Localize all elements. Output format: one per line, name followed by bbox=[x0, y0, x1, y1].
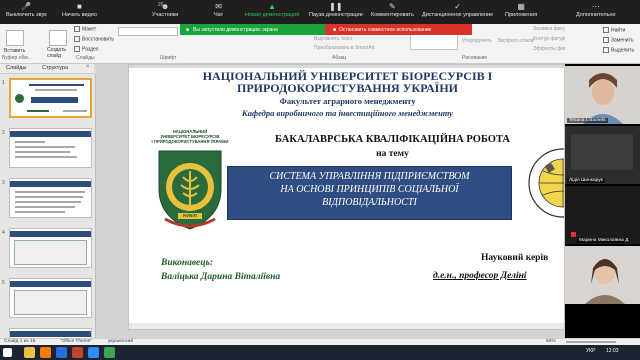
current-slide[interactable]: НАЦІОНАЛЬНИЙ УНІВЕРСИТЕТ БІОРЕСУРСІВ І П… bbox=[128, 64, 565, 330]
start-video-button[interactable]: ■ Начать видео bbox=[62, 2, 97, 22]
quick-styles-button[interactable]: Экспресс-стили bbox=[497, 38, 534, 44]
layout-button[interactable]: Макет bbox=[74, 26, 96, 32]
powerpoint-icon[interactable] bbox=[72, 347, 83, 358]
slide-thumbnail-2[interactable] bbox=[9, 128, 92, 168]
slide-pane-tabs: Слайды Структура × bbox=[0, 64, 94, 74]
start-icon[interactable] bbox=[3, 348, 12, 357]
department-emblem bbox=[527, 137, 564, 229]
section-icon bbox=[74, 46, 80, 52]
remote-control-icon: ✓ bbox=[454, 2, 461, 11]
find-button[interactable]: Найти bbox=[603, 27, 625, 33]
supervisor-label: Науковий керів bbox=[481, 253, 549, 263]
zoom-level[interactable]: 60% bbox=[546, 339, 556, 344]
layout-icon bbox=[74, 26, 80, 32]
select-button[interactable]: Выделить bbox=[603, 47, 634, 53]
chrome-icon[interactable] bbox=[104, 347, 115, 358]
executor-label: Виконавець: bbox=[161, 258, 213, 268]
select-icon bbox=[603, 47, 609, 53]
smartart-button[interactable]: Преобразовать в SmartArt bbox=[314, 45, 375, 51]
participant-tile[interactable]: Марина Миколаївна Д bbox=[565, 186, 640, 244]
annotate-icon: ✎ bbox=[389, 2, 396, 11]
participant-video-icon bbox=[565, 246, 640, 304]
faculty-name: Факультет аграрного менеджменту bbox=[279, 96, 416, 106]
microphone-icon: 🎤 bbox=[21, 2, 32, 11]
font-format-buttons[interactable] bbox=[118, 39, 178, 48]
stop-share-button[interactable]: ■ Остановить совместное использование bbox=[325, 24, 472, 35]
on-topic-label: на тему bbox=[376, 149, 409, 159]
reset-icon bbox=[74, 36, 80, 42]
status-bar: Слайд 1 из 16 "Office Theme" украинский … bbox=[0, 338, 640, 345]
mute-button[interactable]: 🎤 Выключить звук bbox=[6, 2, 47, 22]
slide-counter: Слайд 1 из 16 bbox=[4, 339, 36, 344]
participants-button[interactable]: ☻ Участники bbox=[152, 2, 178, 22]
participant-count: 26 bbox=[158, 2, 164, 8]
screen: 🎤 Выключить звук ■ Начать видео ☻ Участн… bbox=[0, 0, 640, 360]
more-button[interactable]: ⋯ Дополнительно bbox=[576, 2, 616, 22]
participant-video-icon bbox=[565, 186, 640, 244]
taskbar: УКР 12:03 bbox=[0, 345, 640, 360]
share-screen-icon: ▲ bbox=[268, 2, 277, 11]
close-icon[interactable]: × bbox=[86, 64, 90, 70]
stop-icon: ■ bbox=[333, 26, 337, 33]
theme-name: "Office Theme" bbox=[60, 339, 93, 344]
binoculars-icon bbox=[603, 27, 609, 33]
apps-button[interactable]: ▦ Приложения bbox=[505, 2, 537, 22]
zoom-icon[interactable] bbox=[88, 347, 99, 358]
share-banner: ■ Вы запустили демонстрацию экрана ■ Ост… bbox=[180, 24, 472, 35]
keyboard-language[interactable]: УКР bbox=[586, 348, 595, 354]
language-indicator[interactable]: украинский bbox=[108, 339, 133, 344]
chat-icon: ✉ bbox=[215, 2, 222, 11]
slide-thumbnail-4[interactable] bbox=[9, 228, 92, 268]
tab-outline[interactable]: Структура bbox=[42, 65, 68, 71]
slide-thumbnail-1[interactable] bbox=[9, 78, 92, 118]
university-title-line2: ПРИРОДОКОРИСТУВАННЯ УКРАЇНИ bbox=[236, 81, 458, 95]
participant-tile[interactable] bbox=[565, 246, 640, 304]
font-family-select[interactable] bbox=[118, 27, 178, 36]
shield-icon: ■ bbox=[186, 26, 190, 33]
department-name: Кафедра виробничого та інвестиційного ме… bbox=[242, 108, 453, 118]
participant-tile[interactable]: Лідія Шинкарук bbox=[565, 126, 640, 184]
university-logo: НАЦІОНАЛЬНИЙ УНІВЕРСИТЕТ БІОРЕСУРСІВ І П… bbox=[151, 129, 229, 234]
participant-video-icon bbox=[565, 126, 640, 184]
work-type: БАКАЛАВРСЬКА КВАЛІФІКАЦІЙНА РОБОТА bbox=[274, 134, 511, 145]
firefox-icon[interactable] bbox=[40, 347, 51, 358]
tab-slides[interactable]: Слайды bbox=[6, 65, 26, 71]
file-explorer-icon[interactable] bbox=[24, 347, 35, 358]
sharing-indicator: ■ Вы запустили демонстрацию экрана bbox=[180, 24, 325, 35]
reset-button[interactable]: Восстановить bbox=[74, 36, 114, 42]
paste-button[interactable] bbox=[6, 30, 24, 46]
align-text-button[interactable]: Выровнять текст bbox=[314, 36, 353, 42]
clock[interactable]: 12:03 bbox=[606, 348, 619, 354]
word-icon[interactable] bbox=[56, 347, 67, 358]
participant-strip: Tetiana Lobunets Лідія Шинкарук Марина М… bbox=[565, 64, 640, 338]
participant-tile[interactable]: Tetiana Lobunets bbox=[565, 66, 640, 124]
apps-icon: ▦ bbox=[517, 2, 525, 11]
new-share-button[interactable]: ▲ Новая демонстрация bbox=[245, 2, 299, 22]
slide-thumbnails[interactable]: 1 2 3 4 5 bbox=[0, 74, 96, 338]
globe-emblem-icon bbox=[528, 148, 564, 218]
chat-button[interactable]: ✉ Чат bbox=[214, 2, 223, 22]
remote-control-button[interactable]: ✓ Дистанционное управление bbox=[422, 2, 493, 22]
arrange-button[interactable]: Упорядочить bbox=[462, 38, 492, 44]
annotate-button[interactable]: ✎ Комментировать bbox=[371, 2, 414, 22]
video-off-icon: ■ bbox=[77, 2, 82, 11]
slide-thumbnail-6[interactable] bbox=[9, 328, 92, 338]
replace-button[interactable]: Заменить bbox=[603, 37, 633, 43]
section-button[interactable]: Раздел bbox=[74, 46, 99, 52]
replace-icon bbox=[603, 37, 609, 43]
thesis-topic-box: СИСТЕМА УПРАВЛІННЯ ПІДПРИЄМСТВОМ НА ОСНО… bbox=[227, 166, 512, 220]
participant-video-icon bbox=[565, 66, 640, 124]
executor-name: Валіцька Дарина Віталіївна bbox=[161, 272, 281, 282]
zoom-slider[interactable] bbox=[566, 341, 616, 343]
slide-thumbnail-5[interactable] bbox=[9, 278, 92, 318]
more-icon: ⋯ bbox=[591, 2, 600, 11]
ribbon-editing-group: Найти Заменить Выделить bbox=[565, 24, 640, 64]
shape-outline-button[interactable]: Контур фигуры bbox=[533, 36, 568, 42]
new-slide-button[interactable] bbox=[49, 30, 67, 46]
supervisor-name: д.е.н., професор Деліні bbox=[433, 271, 527, 281]
zoom-toolbar: 🎤 Выключить звук ■ Начать видео ☻ Участн… bbox=[0, 0, 640, 24]
pause-share-button[interactable]: ❚❚ Пауза демонстрации bbox=[309, 2, 363, 22]
slide-thumbnail-3[interactable] bbox=[9, 178, 92, 218]
pause-icon: ❚❚ bbox=[329, 2, 343, 11]
